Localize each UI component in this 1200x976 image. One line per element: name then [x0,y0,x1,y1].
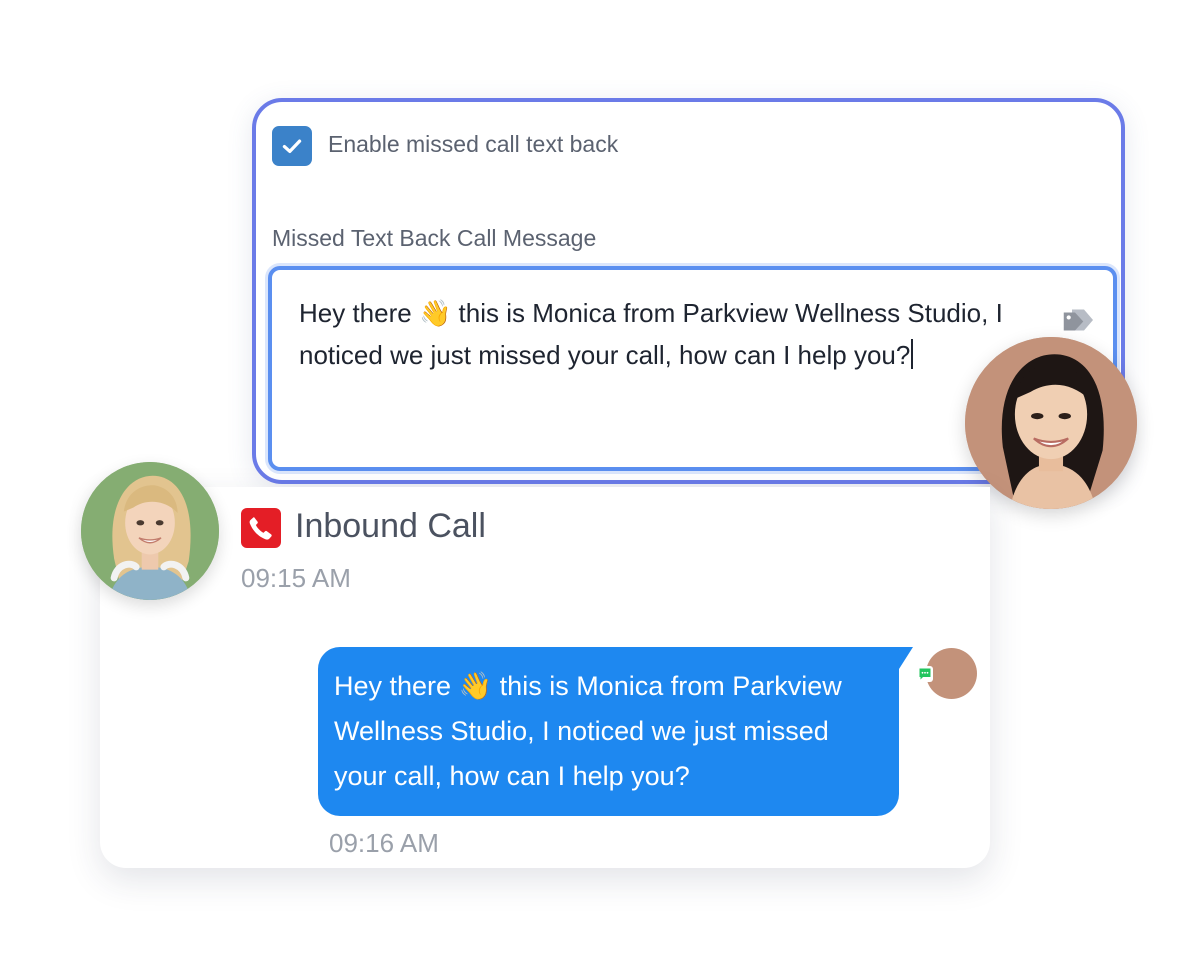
conversation-card: Inbound Call 09:15 AM Hey there 👋 this i… [100,487,990,868]
call-type-title: Inbound Call [295,507,486,545]
tag-icon[interactable] [1060,302,1096,338]
message-field-label: Missed Text Back Call Message [272,225,597,251]
outgoing-message-bubble: Hey there 👋 this is Monica from Parkview… [318,647,913,816]
monica-avatar [965,337,1137,509]
sender-avatar [926,648,977,699]
outgoing-message-text: Hey there 👋 this is Monica from Parkview… [334,671,842,791]
caller-avatar [81,462,219,600]
text-cursor [911,339,914,369]
message-textarea-content[interactable]: Hey there 👋 this is Monica from Parkview… [299,292,1069,376]
enable-missed-call-checkbox[interactable] [272,126,312,166]
message-timestamp: 09:16 AM [329,828,439,858]
bubble-tail [899,647,913,669]
sms-icon [917,666,933,682]
phone-icon [241,508,281,548]
enable-missed-call-label[interactable]: Enable missed call text back [328,131,618,158]
call-timestamp: 09:15 AM [241,563,351,593]
check-icon [282,139,302,154]
